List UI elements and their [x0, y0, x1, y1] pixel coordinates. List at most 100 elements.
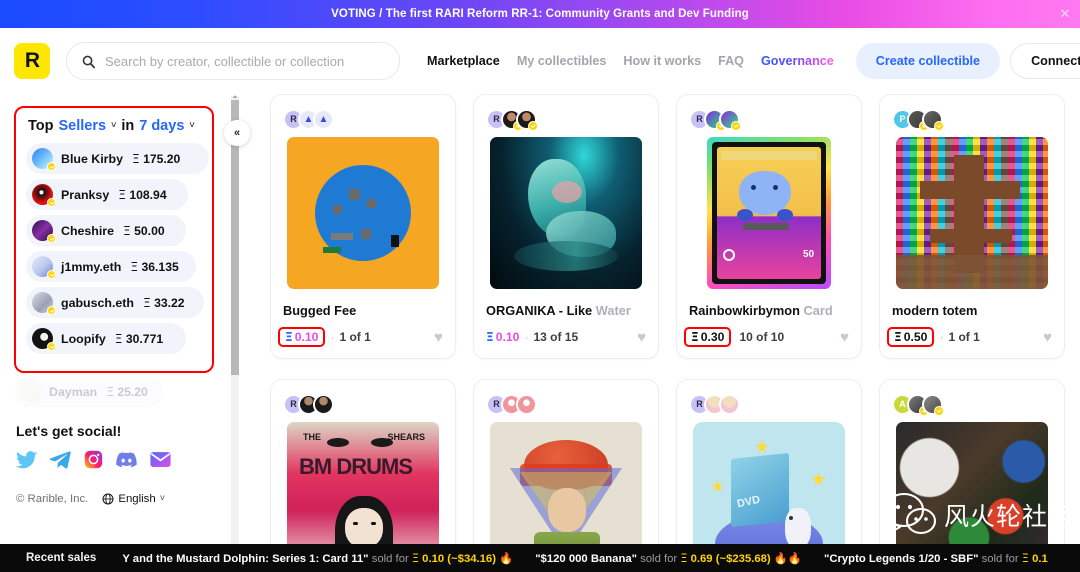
verified-badge-icon: [47, 306, 56, 315]
card-avatars: R: [689, 107, 849, 131]
fire-icon: 🔥: [499, 552, 514, 565]
close-icon[interactable]: ✕: [1058, 7, 1072, 21]
seller-name: Loopify: [61, 331, 106, 346]
seller-row[interactable]: Cheshire Ξ 50.00: [26, 215, 186, 246]
collectible-thumbnail: [490, 422, 642, 550]
connect-wallet-button[interactable]: Connect wallet: [1010, 43, 1080, 79]
collectible-thumbnail: [490, 137, 642, 289]
avatar: [20, 381, 41, 402]
seller-row[interactable]: j1mmy.eth Ξ 36.135: [26, 251, 196, 282]
verified-badge-icon: [934, 405, 944, 416]
nav-faq[interactable]: FAQ: [718, 54, 744, 68]
twitter-icon[interactable]: [16, 450, 37, 469]
card-title: Bugged Fee: [283, 303, 357, 318]
ticker-label: Recent sales: [26, 552, 97, 564]
nav-my-collectibles[interactable]: My collectibles: [517, 54, 607, 68]
sidebar: Top Sellers ˅ in 7 days ˅ Blue Kirby Ξ 1…: [0, 94, 228, 550]
seller-row[interactable]: Loopify Ξ 30.771: [26, 323, 186, 354]
seller-amount: Ξ 175.20: [131, 151, 181, 166]
seller-amount: Ξ 33.22: [142, 295, 185, 310]
collectible-card[interactable]: R DVD: [676, 379, 862, 550]
scroll-up-arrow-icon[interactable]: [232, 94, 238, 99]
chevron-down-icon-2[interactable]: ˅: [189, 120, 194, 130]
collectible-thumbnail: [896, 422, 1048, 550]
instagram-icon[interactable]: [84, 450, 103, 469]
recent-sales-ticker: Recent sales Y and the Mustard Dolphin: …: [0, 544, 1080, 572]
price-badge: Ξ 0.50: [887, 327, 935, 347]
seller-amount: Ξ 36.135: [130, 259, 179, 274]
avatar: [922, 393, 944, 416]
card-edition-count: 1 of 1: [339, 330, 371, 344]
ticker-item[interactable]: "Crypto Legends 1/20 - SBF" sold for Ξ 0…: [824, 552, 1048, 565]
card-price: Ξ 0.10: [486, 330, 520, 344]
collectible-card[interactable]: A: [879, 379, 1065, 550]
separator-dot: ·: [524, 330, 529, 344]
seller-row[interactable]: Pranksy Ξ 108.94: [26, 179, 188, 210]
collectible-thumbnail: [287, 137, 439, 289]
collectible-card[interactable]: R THE SHEARS BM DRUMS: [270, 379, 456, 550]
filter-metric[interactable]: Sellers: [59, 118, 107, 134]
collectible-card[interactable]: R: [473, 379, 659, 550]
avatar: [516, 108, 538, 131]
card-avatars: R: [486, 392, 646, 416]
main-nav: Marketplace My collectibles How it works…: [427, 54, 834, 68]
card-meta: Ξ 0.10 · 13 of 15 ♥: [486, 326, 646, 348]
card-title: modern totem: [892, 303, 978, 318]
seller-amount: Ξ 50.00: [123, 223, 165, 238]
nav-governance[interactable]: Governance: [761, 54, 834, 68]
avatar: [313, 393, 334, 415]
price-badge: Ξ 0.10: [278, 327, 326, 347]
ticker-item[interactable]: Y and the Mustard Dolphin: Series 1: Car…: [122, 552, 513, 565]
collectible-card[interactable]: R ▲ ▲ Bugged Fee Ξ 0.10 · 1 of 1 ♥: [270, 94, 456, 359]
chevron-down-icon[interactable]: ˅: [111, 120, 116, 130]
nav-how-it-works[interactable]: How it works: [623, 54, 701, 68]
grid-row-1: R ▲ ▲ Bugged Fee Ξ 0.10 · 1 of 1 ♥ R ORG…: [250, 94, 1080, 359]
card-meta: Ξ 0.50 · 1 of 1 ♥: [887, 326, 1052, 348]
like-heart-icon[interactable]: ♥: [1043, 330, 1052, 345]
telegram-icon[interactable]: [50, 450, 71, 469]
avatar: [32, 184, 56, 207]
collectible-card[interactable]: R: [676, 94, 862, 359]
ticker-item[interactable]: "$120 000 Banana" sold for Ξ 0.69 (~$235…: [535, 552, 802, 565]
create-collectible-button[interactable]: Create collectible: [855, 43, 1001, 79]
search-input[interactable]: [105, 53, 385, 69]
seller-amount: Ξ 25.20: [106, 384, 148, 399]
seller-name: Dayman: [49, 384, 98, 399]
search-icon: [82, 55, 95, 68]
avatar: [719, 108, 741, 131]
verified-badge-icon: [731, 120, 741, 131]
collapse-sidebar-button[interactable]: «: [224, 120, 250, 146]
collectible-card[interactable]: P modern totem Ξ 0.50 · 1 of 1 ♥: [879, 94, 1065, 359]
avatar: ▲: [313, 108, 334, 130]
grid-row-2: R THE SHEARS BM DRUMS R R DVD A: [250, 379, 1080, 550]
search-bar[interactable]: [66, 42, 400, 80]
voting-banner[interactable]: VOTING / The first RARI Reform RR-1: Com…: [0, 0, 1080, 28]
language-selector[interactable]: English ˅: [102, 493, 165, 505]
verified-badge-icon: [47, 162, 56, 171]
avatar: [32, 328, 56, 351]
rarible-logo[interactable]: R: [14, 43, 50, 79]
card-title: ORGANIKA - Like Water: [486, 303, 631, 318]
page-body: Top Sellers ˅ in 7 days ˅ Blue Kirby Ξ 1…: [0, 94, 1080, 550]
card-avatars: R ▲ ▲: [283, 107, 443, 131]
card-edition-count: 1 of 1: [948, 330, 980, 344]
seller-row[interactable]: gabusch.eth Ξ 33.22: [26, 287, 204, 318]
avatar: [32, 292, 56, 315]
nav-marketplace[interactable]: Marketplace: [427, 54, 500, 68]
rarible-marketplace-page: VOTING / The first RARI Reform RR-1: Com…: [0, 0, 1080, 572]
sidebar-scroll-gutter: [228, 94, 244, 550]
discord-icon[interactable]: [116, 451, 137, 468]
like-heart-icon[interactable]: ♥: [434, 330, 443, 345]
card-price: Ξ 0.50: [894, 330, 928, 344]
separator-dot: ·: [330, 330, 335, 344]
seller-row[interactable]: Dayman Ξ 25.20: [14, 376, 164, 407]
logo-letter: R: [24, 49, 40, 72]
like-heart-icon[interactable]: ♥: [840, 330, 849, 345]
collectible-card[interactable]: R ORGANIKA - Like Water Ξ 0.10 · 13 of 1…: [473, 94, 659, 359]
fire-icon: 🔥🔥: [773, 552, 802, 565]
card-avatars: P: [892, 107, 1052, 131]
filter-period[interactable]: 7 days: [139, 118, 184, 134]
seller-row[interactable]: Blue Kirby Ξ 175.20: [26, 143, 209, 174]
like-heart-icon[interactable]: ♥: [637, 330, 646, 345]
mail-icon[interactable]: [150, 451, 171, 468]
